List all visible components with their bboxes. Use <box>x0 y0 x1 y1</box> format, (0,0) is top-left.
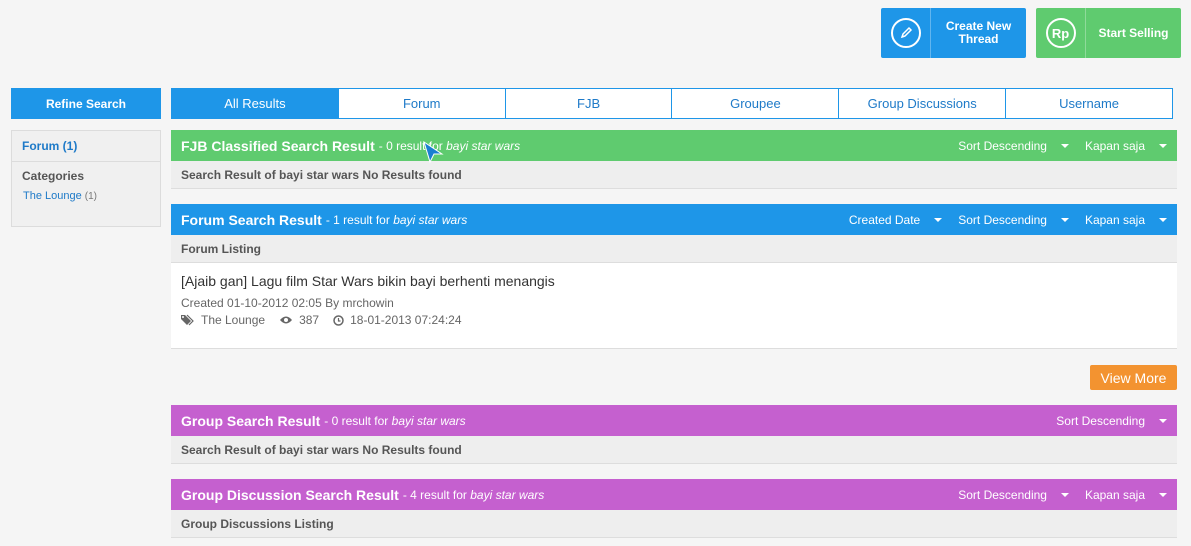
fjb-result-header: FJB Classified Search Result - 0 result … <box>171 130 1177 161</box>
forum-result-title: Forum Search Result <box>181 211 322 228</box>
thread-last-post: 18-01-2013 07:24:24 <box>333 313 462 327</box>
group-discussion-result-count: - 4 result for bayi star wars <box>402 487 545 502</box>
fjb-result-count: - 0 result for bayi star wars <box>378 138 521 153</box>
group-discussion-result-header: Group Discussion Search Result - 4 resul… <box>171 479 1177 510</box>
group-result-title: Group Search Result <box>181 412 321 429</box>
forum-sort-dropdown[interactable]: Sort Descending <box>958 213 1069 227</box>
chevron-down-icon <box>1060 492 1069 497</box>
forum-result-count: - 1 result for bayi star wars <box>325 212 468 227</box>
chevron-down-icon <box>1159 418 1167 423</box>
chevron-down-icon <box>1159 217 1167 222</box>
create-new-thread-button[interactable]: Create New Thread <box>881 8 1026 58</box>
create-new-thread-label: Create New Thread <box>945 19 1012 46</box>
fjb-no-results: Search Result of bayi star wars No Resul… <box>171 161 1177 189</box>
tab-all-results[interactable]: All Results <box>171 88 339 119</box>
thread-title-link[interactable]: [Ajaib gan] Lagu film Star Wars bikin ba… <box>181 273 1167 289</box>
fjb-result-title: FJB Classified Search Result <box>181 137 375 154</box>
group-result-header: Group Search Result - 0 result for bayi … <box>171 405 1177 436</box>
pencil-icon <box>881 8 931 58</box>
tab-groupee[interactable]: Groupee <box>672 88 840 119</box>
group-discussion-sort-dropdown[interactable]: Sort Descending <box>958 488 1069 502</box>
thread-created-meta: Created 01-10-2012 02:05 By mrchowin <box>181 296 394 310</box>
eye-icon <box>280 316 293 324</box>
group-discussion-time-dropdown[interactable]: Kapan saja <box>1085 488 1167 502</box>
chevron-down-icon <box>1060 217 1069 222</box>
chevron-down-icon <box>1060 143 1069 148</box>
tags-icon <box>181 314 194 326</box>
mouse-cursor-icon <box>423 140 444 164</box>
refine-search-header: Refine Search <box>11 88 161 119</box>
sidebar-forum-filter[interactable]: Forum (1) <box>12 131 160 162</box>
rupiah-icon: Rp <box>1036 8 1086 58</box>
thread-views: 387 <box>279 313 319 327</box>
sidebar-item-the-lounge[interactable]: The Lounge (1) <box>12 183 160 202</box>
tab-forum[interactable]: Forum <box>338 88 506 119</box>
chevron-down-icon <box>1159 143 1167 148</box>
forum-listing-bar: Forum Listing <box>171 235 1177 263</box>
fjb-time-dropdown[interactable]: Kapan saja <box>1085 139 1167 153</box>
tab-group-discussions[interactable]: Group Discussions <box>839 88 1007 119</box>
tab-fjb[interactable]: FJB <box>505 88 673 119</box>
start-selling-button[interactable]: Rp Start Selling <box>1036 8 1181 58</box>
chevron-down-icon <box>1159 492 1167 497</box>
result-tabs: All Results Forum FJB Groupee Group Disc… <box>171 88 1173 119</box>
sidebar-item-count: (1) <box>84 191 98 202</box>
group-no-results: Search Result of bayi star wars No Resul… <box>171 436 1177 464</box>
group-result-count: - 0 result for bayi star wars <box>324 413 466 428</box>
fjb-sort-dropdown[interactable]: Sort Descending <box>958 139 1069 153</box>
view-more-button[interactable]: View More <box>1090 365 1177 390</box>
sidebar-item-label: The Lounge <box>23 190 82 202</box>
clock-icon <box>333 314 344 326</box>
start-selling-label: Start Selling <box>1098 25 1169 40</box>
tab-username[interactable]: Username <box>1006 88 1173 119</box>
forum-time-dropdown[interactable]: Kapan saja <box>1085 213 1167 227</box>
chevron-down-icon <box>934 217 943 222</box>
group-discussions-listing-bar: Group Discussions Listing <box>171 510 1177 538</box>
group-sort-dropdown[interactable]: Sort Descending <box>1056 414 1167 428</box>
group-discussion-result-title: Group Discussion Search Result <box>181 486 399 503</box>
thread-category[interactable]: The Lounge <box>181 313 265 327</box>
forum-created-date-dropdown[interactable]: Created Date <box>849 213 943 227</box>
thread-item: [Ajaib gan] Lagu film Star Wars bikin ba… <box>171 263 1177 349</box>
forum-result-header: Forum Search Result - 1 result for bayi … <box>171 204 1177 235</box>
sidebar-categories-heading: Categories <box>22 169 85 183</box>
refine-sidebar: Forum (1) Categories The Lounge (1) <box>11 130 161 227</box>
